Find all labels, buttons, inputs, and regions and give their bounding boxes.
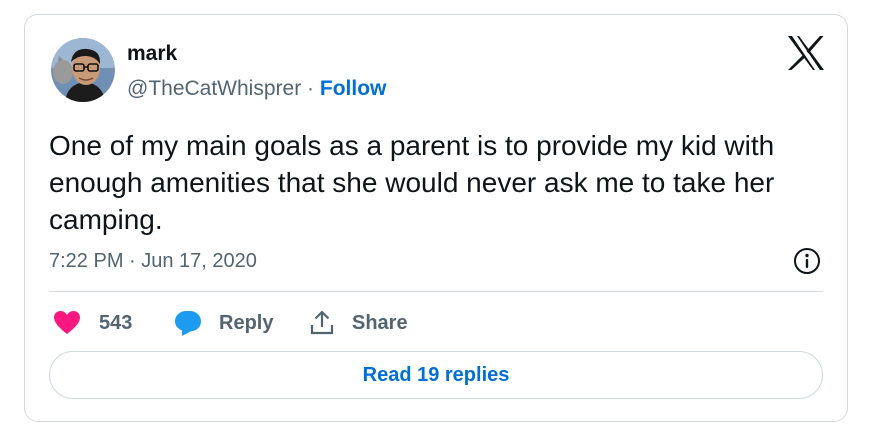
reply-button[interactable]: Reply (174, 308, 273, 338)
share-button[interactable]: Share (309, 308, 408, 338)
reply-label: Reply (219, 311, 274, 334)
like-button[interactable]: 543 (53, 308, 132, 338)
info-icon[interactable] (793, 247, 821, 275)
speech-bubble-icon (174, 309, 202, 337)
author-name[interactable]: mark (127, 40, 177, 68)
tweet-timestamp[interactable]: 7:22 PM · Jun 17, 2020 (49, 247, 257, 275)
heart-icon (53, 310, 81, 336)
separator-dot: · (301, 77, 320, 100)
tweet-card: mark @TheCatWhisprer · Follow One of my … (24, 14, 848, 422)
divider (49, 291, 823, 292)
x-logo-icon[interactable] (787, 35, 825, 71)
follow-button[interactable]: Follow (320, 77, 387, 100)
share-label: Share (352, 311, 408, 334)
tweet-text: One of my main goals as a parent is to p… (49, 130, 775, 235)
author-handle-row: @TheCatWhisprer · Follow (127, 75, 386, 103)
avatar[interactable] (51, 38, 115, 102)
share-icon (309, 310, 335, 336)
read-replies-button[interactable]: Read 19 replies (49, 351, 823, 399)
author-handle[interactable]: @TheCatWhisprer (127, 77, 301, 100)
avatar-image (51, 38, 115, 102)
like-count: 543 (99, 311, 133, 334)
